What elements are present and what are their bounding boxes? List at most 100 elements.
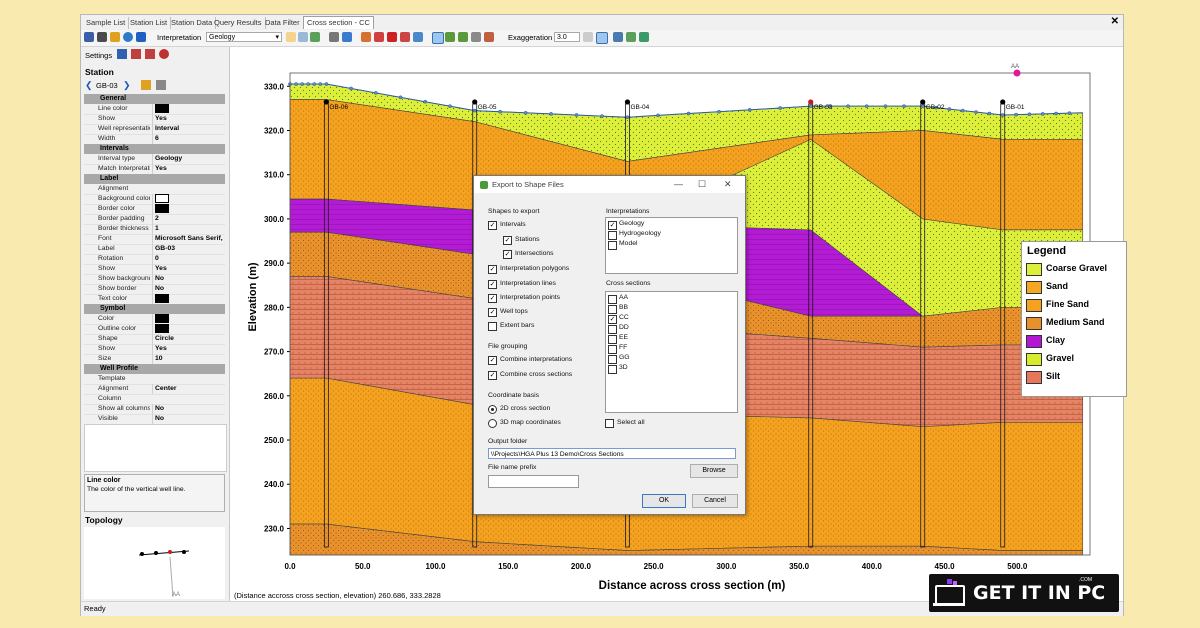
category-well-profile[interactable]: Well Profile <box>84 364 225 374</box>
well-symbol[interactable] <box>323 99 329 105</box>
surface-vertex[interactable] <box>374 91 378 95</box>
interp-points-checkbox[interactable]: ✓ <box>488 294 497 303</box>
surface-vertex[interactable] <box>686 111 691 116</box>
section-tool-icon[interactable] <box>484 32 494 42</box>
cs-bb-checkbox[interactable] <box>608 305 617 314</box>
surface-vertex[interactable] <box>864 104 869 108</box>
zoom-extent-icon[interactable] <box>471 32 481 42</box>
surface-vertex[interactable] <box>717 109 721 114</box>
ok-button[interactable]: OK <box>642 494 686 508</box>
well-symbol[interactable] <box>808 99 814 105</box>
tab-station-data[interactable]: Station Data <box>168 17 217 29</box>
close-icon[interactable]: ✕ <box>724 176 732 193</box>
tab-query-results[interactable]: Query Results <box>211 17 266 29</box>
surface-vertex[interactable] <box>960 108 965 113</box>
minimize-icon[interactable]: — <box>674 176 683 193</box>
ruler-icon[interactable] <box>329 32 339 42</box>
surface-vertex[interactable] <box>324 82 329 86</box>
surface-vertex[interactable] <box>300 82 304 86</box>
surface-vertex[interactable] <box>902 104 906 108</box>
surface-vertex[interactable] <box>1040 112 1045 116</box>
pan-icon[interactable] <box>432 32 444 44</box>
well-tops-checkbox[interactable]: ✓ <box>488 308 497 317</box>
surface-vertex[interactable] <box>1000 113 1005 117</box>
surface-vertex[interactable] <box>306 82 310 86</box>
category-intervals[interactable]: Intervals <box>84 144 225 154</box>
tab-cross-section-cc[interactable]: Cross section - CC <box>303 16 374 29</box>
exaggeration-input[interactable]: 3.0 <box>554 32 580 42</box>
surface-vertex[interactable] <box>625 115 630 120</box>
stations-checkbox[interactable]: ✓ <box>503 236 512 245</box>
intersections-checkbox[interactable]: ✓ <box>503 250 512 259</box>
surface-vertex[interactable] <box>974 110 978 114</box>
combine-interpretations-checkbox[interactable]: ✓ <box>488 356 497 365</box>
tab-station-list[interactable]: Station List <box>127 17 172 29</box>
spin-icon[interactable] <box>583 32 593 42</box>
surface-vertex[interactable] <box>778 106 782 110</box>
surface-vertex[interactable] <box>498 109 502 114</box>
interp-polygons-checkbox[interactable]: ✓ <box>488 265 497 274</box>
copy-icon[interactable] <box>156 80 166 90</box>
category-label[interactable]: Label <box>84 174 225 184</box>
category-symbol[interactable]: Symbol <box>84 304 225 314</box>
browse-button[interactable]: Browse <box>690 464 738 478</box>
grid-icon[interactable] <box>596 32 608 44</box>
surface-vertex[interactable] <box>808 104 813 108</box>
topology-view[interactable]: AA <box>84 527 225 599</box>
cs-aa-checkbox[interactable] <box>608 295 617 304</box>
well-symbol[interactable] <box>624 99 631 105</box>
cs-3d-checkbox[interactable] <box>608 365 617 374</box>
surface-vertex[interactable] <box>472 108 477 113</box>
interp-lines-checkbox[interactable]: ✓ <box>488 280 497 289</box>
surface-vertex[interactable] <box>318 82 323 86</box>
close-icon[interactable]: ✕ <box>1111 16 1119 27</box>
section-marker-aa[interactable] <box>1013 69 1021 77</box>
coord-2d-radio[interactable] <box>488 405 497 414</box>
interpretations-list[interactable]: ✓ Geology Hydrogeology Model <box>605 217 738 274</box>
hand-icon[interactable] <box>361 32 371 42</box>
combine-cross-sections-checkbox[interactable]: ✓ <box>488 371 497 380</box>
surface-vertex[interactable] <box>920 104 925 108</box>
well-symbol[interactable] <box>1000 99 1006 105</box>
delete-point-icon[interactable] <box>387 32 397 42</box>
surface-vertex[interactable] <box>1054 111 1058 116</box>
layers-icon[interactable] <box>613 32 623 42</box>
surface-vertex[interactable] <box>600 114 604 118</box>
save-icon[interactable] <box>84 32 94 42</box>
measure-icon[interactable] <box>145 49 155 59</box>
new-page-icon[interactable] <box>286 32 296 42</box>
surface-vertex[interactable] <box>574 113 579 117</box>
surface-vertex[interactable] <box>549 112 553 116</box>
table-icon[interactable] <box>639 32 649 42</box>
cancel-button[interactable]: Cancel <box>692 494 738 508</box>
pointer-icon[interactable] <box>342 32 352 42</box>
eraser-icon[interactable] <box>159 49 169 59</box>
axes-icon[interactable] <box>131 49 141 59</box>
cs-cc-checkbox[interactable]: ✓ <box>608 315 617 324</box>
line-tool-icon[interactable] <box>400 32 410 42</box>
tab-data-filter[interactable]: Data Filter <box>262 17 304 29</box>
surface-vertex[interactable] <box>398 95 403 100</box>
file-prefix-input[interactable] <box>488 475 579 488</box>
cross-sections-list[interactable]: AA BB ✓ CC DD EE FF GG 3D <box>605 291 738 413</box>
output-folder-input[interactable]: \\Projects\HGA Plus 13 Demo\Cross Sectio… <box>488 448 736 459</box>
pin-icon[interactable] <box>117 49 127 59</box>
pin-icon[interactable] <box>136 32 146 42</box>
previous-station-icon[interactable]: ❮ <box>85 80 93 91</box>
surface-vertex[interactable] <box>1014 112 1018 117</box>
pencil-icon[interactable] <box>110 32 120 42</box>
category-general[interactable]: General <box>84 94 225 104</box>
surface-vertex[interactable] <box>294 82 298 86</box>
surface-vertex[interactable] <box>987 111 992 116</box>
globe-icon[interactable] <box>123 32 133 42</box>
copy-icon[interactable] <box>298 32 308 42</box>
cs-gg-checkbox[interactable] <box>608 355 617 364</box>
add-point-icon[interactable] <box>374 32 384 42</box>
model-checkbox[interactable] <box>608 241 617 250</box>
export-icon[interactable] <box>310 32 320 42</box>
print-icon[interactable] <box>97 32 107 42</box>
cs-dd-checkbox[interactable] <box>608 325 617 334</box>
surface-vertex[interactable] <box>1067 111 1072 115</box>
extent-bars-checkbox[interactable] <box>488 322 497 331</box>
shapefile-export-icon[interactable] <box>626 32 636 42</box>
